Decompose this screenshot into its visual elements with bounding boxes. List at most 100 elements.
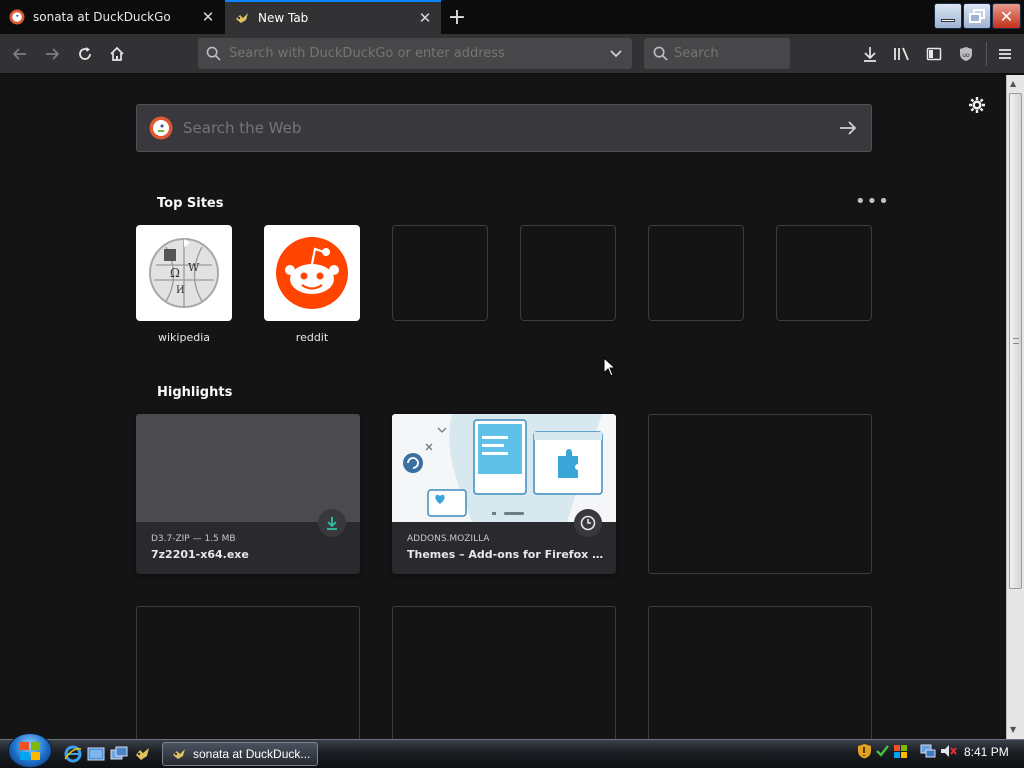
restore-button[interactable] [963,3,991,29]
top-site-tile[interactable]: Ω W И [136,225,232,321]
reddit-alien-icon [276,237,348,309]
sidebar-button[interactable] [922,42,946,66]
search-icon [206,46,221,61]
top-site-label: reddit [295,331,329,344]
close-tab-icon[interactable]: ✕ [198,7,218,27]
internet-explorer-icon[interactable] [64,745,82,763]
card-title: 7z2201-x64.exe [151,548,249,561]
new-tab-button[interactable]: + [443,4,471,30]
toolbar-separator [986,42,987,66]
firefox-quicklaunch-icon[interactable] [134,745,152,763]
close-window-button[interactable]: ✕ [992,3,1021,29]
address-input[interactable] [229,46,599,61]
start-button[interactable] [8,733,52,768]
download-icon [327,517,337,530]
highlight-card[interactable]: D3.7-ZIP — 1.5 MB 7z2201-x64.exe [136,414,360,574]
windows-logo-icon [20,742,40,760]
card-preview [136,414,360,522]
system-tray [857,743,908,759]
search-icon [653,46,668,61]
forward-arrow-icon [46,48,60,60]
tab-strip: sonata at DuckDuckGo ✕ New Tab ✕ + ✕ [0,0,1024,34]
grip-icon [1013,338,1019,344]
scroll-up-icon[interactable]: ▲ [1010,79,1016,88]
vertical-scrollbar[interactable]: ▲ ▼ [1006,75,1024,739]
system-clock[interactable]: 8:41 PM [964,745,1009,759]
tab-title: New Tab [258,11,309,25]
close-tab-icon[interactable]: ✕ [415,8,435,28]
chevron-down-icon[interactable] [609,47,623,61]
taskbar-window-button[interactable]: sonata at DuckDuck... [162,742,318,766]
svg-text:Ω: Ω [170,266,180,280]
back-button[interactable] [8,42,32,66]
switch-windows-icon[interactable] [110,745,128,763]
sidebar-icon [926,47,942,61]
minimize-icon [941,18,955,22]
web-search-box[interactable] [136,104,872,152]
restore-icon [969,9,985,23]
mouse-cursor-icon [603,357,617,377]
library-button[interactable] [890,42,914,66]
themes-preview-image [392,414,616,522]
duckduckgo-logo-icon [149,116,173,140]
top-site-label: wikipedia [157,331,210,344]
highlights-title: Highlights [157,385,233,400]
svg-text:И: И [176,285,185,296]
firefox-icon [173,749,185,759]
downloads-button[interactable] [858,42,882,66]
search-bar[interactable] [644,38,790,69]
update-icon[interactable] [875,743,890,759]
windows-flag-icon[interactable] [893,743,908,759]
tab-duckduckgo[interactable]: sonata at DuckDuckGo ✕ [0,0,224,34]
home-button[interactable] [105,42,129,66]
top-site-tile[interactable] [264,225,360,321]
ublock-shield-icon: uo [960,47,972,61]
more-options-icon[interactable]: ••• [855,193,890,211]
empty-top-site-slot[interactable] [520,225,616,321]
address-bar[interactable] [198,38,632,69]
card-context: D3.7-ZIP — 1.5 MB [151,534,236,544]
close-icon: ✕ [999,6,1014,26]
minimize-button[interactable] [934,3,962,29]
arrow-right-icon[interactable] [839,120,857,136]
card-title: Themes – Add-ons for Firefox (e... [407,548,607,561]
tab-title: sonata at DuckDuckGo [33,10,171,24]
download-badge [318,509,346,537]
search-input[interactable] [674,46,784,61]
tab-new-tab[interactable]: New Tab ✕ [225,0,441,34]
back-arrow-icon [12,48,26,60]
ublock-button[interactable]: uo [954,42,978,66]
menu-button[interactable] [993,42,1017,66]
gear-icon[interactable] [968,96,986,114]
forward-button[interactable] [40,42,64,66]
reload-button[interactable] [73,42,97,66]
empty-top-site-slot[interactable] [776,225,872,321]
reload-icon [79,47,91,60]
scroll-down-icon[interactable]: ▼ [1010,725,1016,734]
notification-icons [920,743,958,759]
svg-text:W: W [188,261,200,274]
empty-highlight-slot [648,606,872,739]
wikipedia-globe-icon: Ω W И [149,238,219,308]
svg-text:uo: uo [962,52,970,59]
home-icon [110,46,124,61]
empty-highlight-slot [136,606,360,739]
history-badge [574,509,602,537]
scroll-thumb[interactable] [1009,93,1022,589]
empty-top-site-slot[interactable] [392,225,488,321]
volume-muted-icon[interactable] [940,743,958,759]
empty-highlight-slot [392,606,616,739]
empty-top-site-slot[interactable] [648,225,744,321]
library-icon [894,47,909,61]
duckduckgo-icon [9,9,25,25]
web-search-input[interactable] [183,119,839,137]
taskbar-window-title: sonata at DuckDuck... [193,747,311,761]
download-icon [864,47,876,62]
card-context: ADDONS.MOZILLA [407,534,490,544]
show-desktop-icon[interactable] [87,745,105,763]
hamburger-menu-icon [999,49,1011,59]
empty-highlight-slot [648,414,872,574]
highlight-card[interactable]: ADDONS.MOZILLA Themes – Add-ons for Fire… [392,414,616,574]
network-icon[interactable] [920,743,936,759]
security-shield-icon[interactable] [857,743,872,759]
